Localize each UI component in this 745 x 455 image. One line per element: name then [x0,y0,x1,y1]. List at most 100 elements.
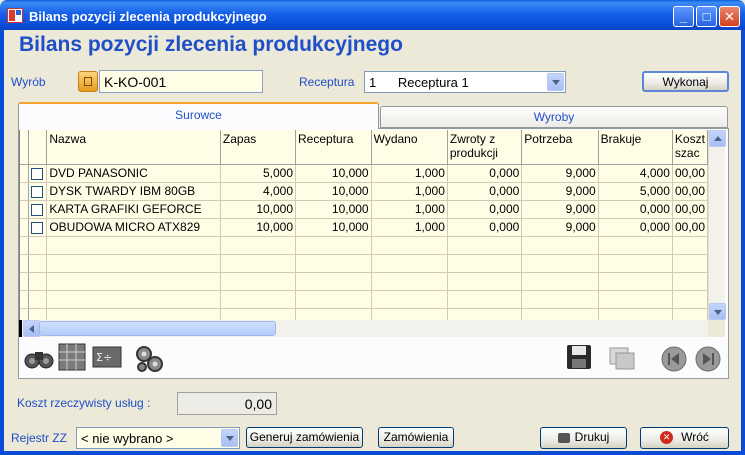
table-cell[interactable]: KARTA GRAFIKI GEFORCE [46,200,221,219]
table-cell[interactable] [371,308,448,320]
table-cell[interactable]: 00,00 [672,218,708,237]
minimize-button[interactable]: _ [673,6,694,27]
table-cell[interactable] [598,272,673,291]
table-cell[interactable] [295,290,372,309]
table-cell[interactable]: 1,000 [371,182,448,201]
register-select[interactable]: < nie wybrano > [76,427,240,449]
back-button[interactable]: ✕ Wróć [640,427,729,449]
table-cell[interactable] [598,254,673,273]
table-cell[interactable]: 0,000 [598,200,673,219]
row-checkbox[interactable] [31,221,44,234]
table-row[interactable]: DYSK TWARDY IBM 80GB 4,000 10,000 1,000 0,00… [20,182,708,201]
first-record-icon[interactable] [660,345,688,373]
table-cell[interactable]: 4,000 [598,164,673,183]
table-cell[interactable]: 10,000 [295,218,372,237]
table-cell[interactable]: 10,000 [220,200,297,219]
row-checkbox-cell[interactable] [28,164,48,183]
table-cell[interactable] [220,254,297,273]
close-button[interactable]: ✕ [719,6,740,27]
materials-grid[interactable]: Nazwa Zapas Receptura Wydano Zwroty z produk… [19,130,708,320]
table-cell[interactable] [447,308,523,320]
row-checkbox-cell[interactable] [28,308,48,320]
row-selector[interactable] [20,290,30,309]
table-cell[interactable] [672,254,708,273]
scroll-down-button[interactable] [709,303,726,320]
row-checkbox[interactable] [31,167,44,180]
chevron-down-icon[interactable] [221,429,238,447]
row-selector[interactable] [20,200,30,219]
table-cell[interactable]: 10,000 [295,200,372,219]
row-checkbox-cell[interactable] [28,218,48,237]
table-cell[interactable] [672,272,708,291]
table-cell[interactable]: 5,000 [220,164,297,183]
table-cell[interactable] [672,308,708,320]
column-header[interactable]: Wydano [371,130,448,165]
recipe-select[interactable]: 1 Receptura 1 [364,71,566,93]
orders-button[interactable]: Zamówienia [378,427,454,448]
table-cell[interactable]: 00,00 [672,200,708,219]
table-cell[interactable]: 9,000 [521,182,599,201]
table-cell[interactable] [521,254,599,273]
table-cell[interactable]: 0,000 [447,200,523,219]
table-cell[interactable]: DVD PANASONIC [46,164,221,183]
maximize-button[interactable]: □ [696,6,717,27]
column-header[interactable]: Receptura [295,130,372,165]
table-cell[interactable] [371,272,448,291]
row-selector[interactable] [20,164,30,183]
table-row[interactable] [20,272,708,291]
window-titlebar[interactable]: Bilans pozycji zlecenia produkcyjnego _ … [0,0,745,30]
table-cell[interactable] [598,236,673,255]
binoculars-icon[interactable] [24,346,54,370]
table-cell[interactable] [46,272,221,291]
table-cell[interactable] [46,290,221,309]
copy-icon[interactable] [608,346,636,370]
table-cell[interactable] [46,308,221,320]
table-cell[interactable]: DYSK TWARDY IBM 80GB [46,182,221,201]
table-row[interactable]: KARTA GRAFIKI GEFORCE 10,000 10,000 1,000 0,… [20,200,708,219]
table-cell[interactable]: 0,000 [598,218,673,237]
table-cell[interactable] [371,290,448,309]
row-checkbox-cell[interactable] [28,236,48,255]
table-cell[interactable] [46,236,221,255]
table-cell[interactable] [220,272,297,291]
row-selector[interactable] [20,218,30,237]
row-checkbox[interactable] [31,185,44,198]
table-cell[interactable] [521,290,599,309]
table-cell[interactable] [521,272,599,291]
product-field[interactable]: K-KO-001 [99,70,263,93]
table-cell[interactable]: 0,000 [447,218,523,237]
execute-button[interactable]: Wykonaj [642,71,729,92]
table-cell[interactable] [220,290,297,309]
row-selector[interactable] [20,182,30,201]
gears-icon[interactable] [134,344,164,374]
table-cell[interactable]: 1,000 [371,218,448,237]
table-cell[interactable]: OBUDOWA MICRO ATX829 [46,218,221,237]
table-row[interactable]: OBUDOWA MICRO ATX829 10,000 10,000 1,000 0,0… [20,218,708,237]
scroll-thumb[interactable] [39,321,276,336]
table-cell[interactable] [295,254,372,273]
table-cell[interactable] [447,272,523,291]
table-cell[interactable]: 00,00 [672,164,708,183]
vertical-scrollbar[interactable] [708,130,726,320]
last-record-icon[interactable] [694,345,722,373]
row-checkbox-cell[interactable] [28,272,48,291]
row-checkbox-cell[interactable] [28,200,48,219]
table-cell[interactable]: 9,000 [521,164,599,183]
row-selector[interactable] [20,272,30,291]
table-row[interactable] [20,236,708,255]
table-cell[interactable]: 9,000 [521,218,599,237]
row-checkbox[interactable] [31,203,44,216]
column-header[interactable]: Zapas [220,130,297,165]
row-selector[interactable] [20,308,30,320]
column-header[interactable]: Koszt szac [672,130,708,165]
table-cell[interactable] [672,236,708,255]
table-cell[interactable]: 0,000 [447,182,523,201]
calculator-grid-icon[interactable] [58,343,86,371]
scroll-left-button[interactable] [23,320,40,337]
chevron-down-icon[interactable] [547,73,564,91]
table-cell[interactable] [371,254,448,273]
tab-surowce[interactable]: Surowce [18,102,379,129]
column-header[interactable]: Potrzeba [521,130,599,165]
table-cell[interactable]: 9,000 [521,200,599,219]
generate-orders-button[interactable]: Generuj zamówienia [246,427,363,448]
